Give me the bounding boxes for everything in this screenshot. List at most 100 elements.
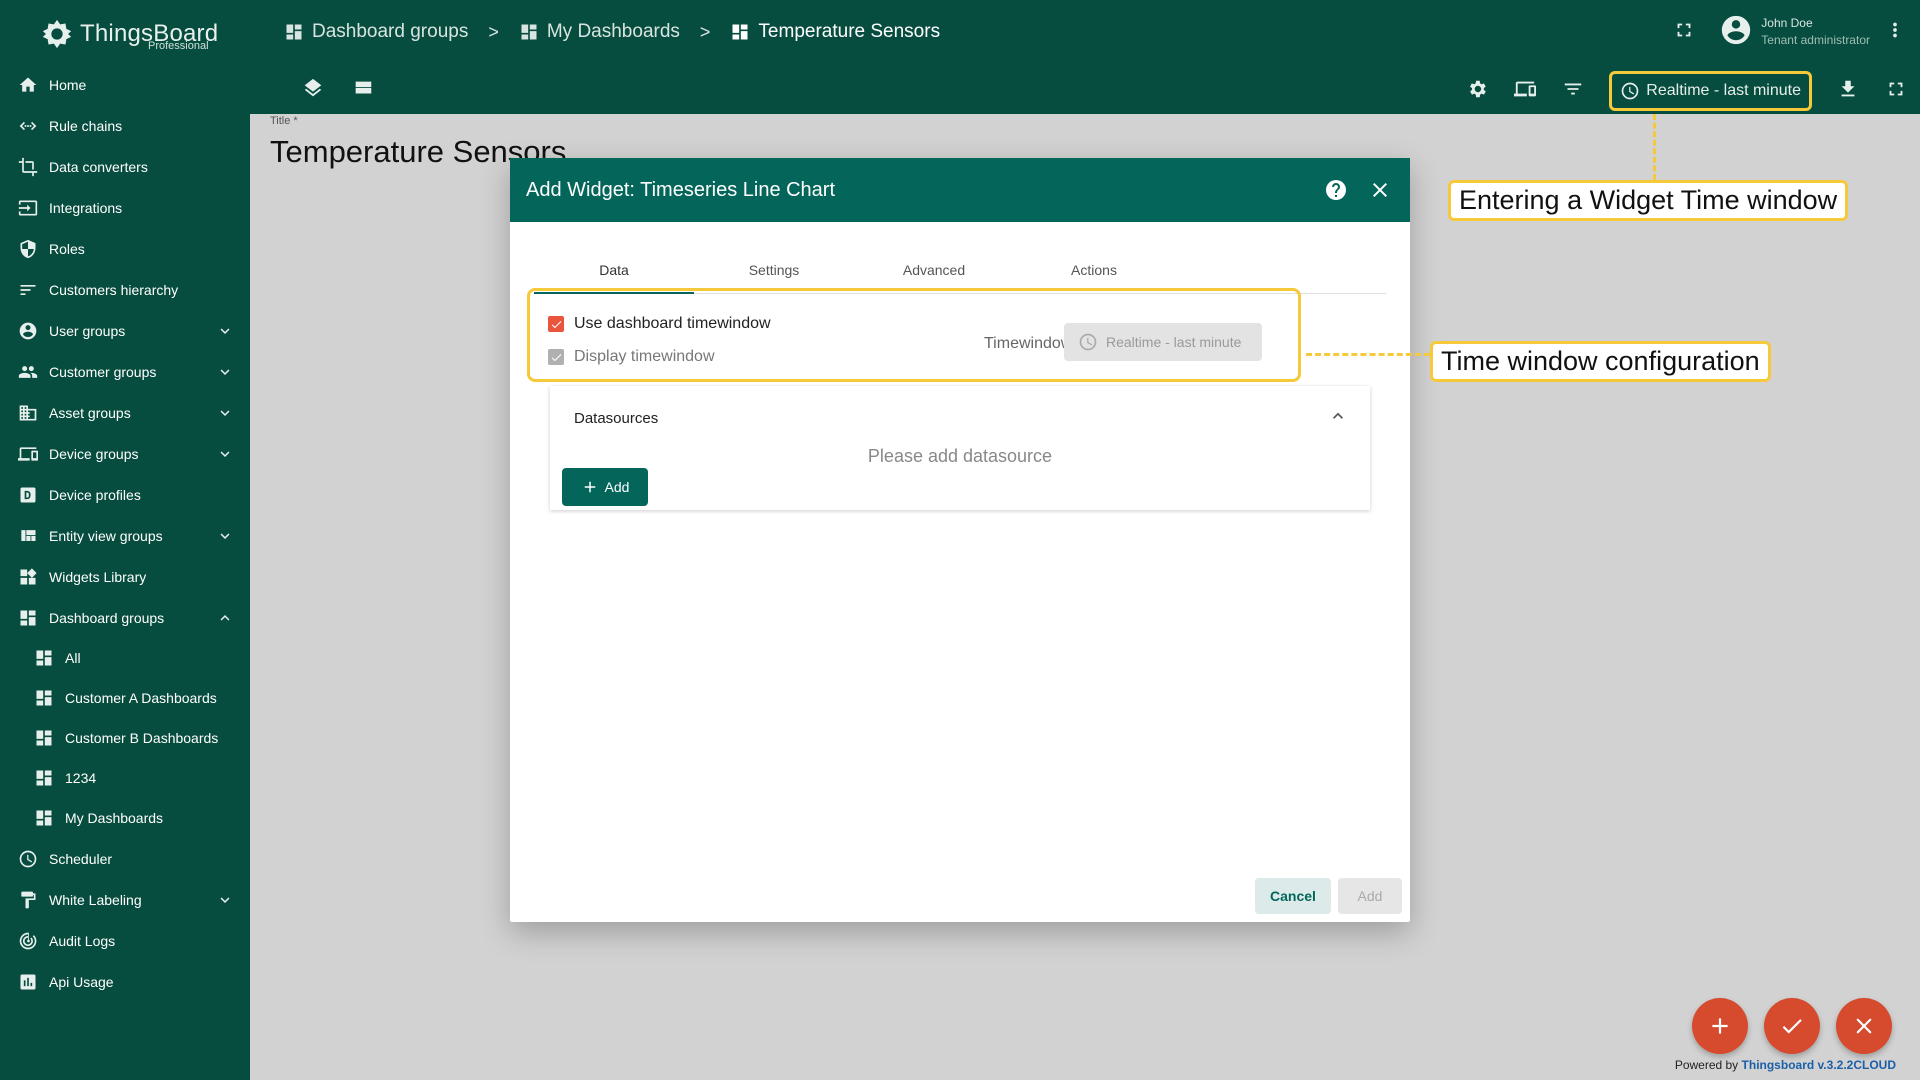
cancel-button[interactable]: Cancel <box>1255 878 1331 914</box>
callout-connector <box>1306 353 1430 356</box>
sidebar-item-scheduler[interactable]: Scheduler <box>0 838 250 879</box>
sidebar-item-label: Entity view groups <box>49 527 163 544</box>
sidebar-item-white-labeling[interactable]: White Labeling <box>0 879 250 920</box>
breadcrumb-item-my-dashboards[interactable]: My Dashboards <box>519 21 680 43</box>
sidebar-item-label: Rule chains <box>49 117 123 134</box>
sidebar-item-label: Data converters <box>49 158 148 175</box>
dialog-title: Add Widget: Timeseries Line Chart <box>526 178 836 201</box>
sidebar-item-rule-chains[interactable]: Rule chains <box>0 105 250 146</box>
add-datasource-label: Add <box>604 479 630 495</box>
fullscreen-icon[interactable] <box>1673 19 1695 46</box>
breadcrumb-item-dashboard-groups[interactable]: Dashboard groups <box>284 21 468 43</box>
breadcrumb-label: Temperature Sensors <box>758 21 941 42</box>
filter-list-icon[interactable] <box>1562 78 1584 105</box>
sidebar-subitem-all[interactable]: All <box>0 638 250 678</box>
user-menu[interactable]: John Doe Tenant administrator <box>1719 13 1870 52</box>
chevron-down-icon[interactable] <box>216 363 234 381</box>
use-dashboard-timewindow-row[interactable]: Use dashboard timewindow <box>548 315 771 333</box>
sidebar-item-device-groups[interactable]: Device groups <box>0 433 250 474</box>
tab-actions[interactable]: Actions <box>1014 248 1174 293</box>
sidebar-item-audit-logs[interactable]: Audit Logs <box>0 920 250 961</box>
check-icon <box>551 353 561 361</box>
chevron-down-icon[interactable] <box>216 445 234 463</box>
view-quilt-icon <box>18 526 38 546</box>
save-dashboard-fab[interactable] <box>1764 998 1820 1054</box>
sidebar-item-user-groups[interactable]: User groups <box>0 310 250 351</box>
breadcrumb-separator: > <box>699 21 711 42</box>
help-icon[interactable] <box>1324 178 1348 202</box>
sidebar-item-device-profiles[interactable]: Device profiles <box>0 474 250 515</box>
display-timewindow-row: Display timewindow <box>548 348 715 366</box>
sidebar-item-home[interactable]: Home <box>0 64 250 105</box>
sidebar-item-data-converters[interactable]: Data converters <box>0 146 250 187</box>
download-icon[interactable] <box>1837 78 1859 105</box>
cancel-edit-fab[interactable] <box>1836 998 1892 1054</box>
sort-icon <box>18 280 38 300</box>
chevron-up-icon[interactable] <box>216 609 234 627</box>
timewindow-label: Realtime - last minute <box>1646 82 1801 99</box>
people-icon <box>18 362 38 382</box>
sidebar-item-asset-groups[interactable]: Asset groups <box>0 392 250 433</box>
data-converters-icon <box>18 157 38 177</box>
timewindow-button[interactable]: Realtime - last minute <box>1609 71 1812 111</box>
toolbar-left <box>302 77 374 104</box>
breadcrumb-separator: > <box>488 21 499 42</box>
add-datasource-button[interactable]: Add <box>562 468 648 506</box>
plus-icon <box>1712 1018 1728 1034</box>
close-icon[interactable] <box>1368 178 1392 202</box>
rule-chains-icon <box>18 116 38 136</box>
layers-icon[interactable] <box>302 77 324 104</box>
format-paint-icon <box>18 890 38 910</box>
sidebar-item-customers-hierarchy[interactable]: Customers hierarchy <box>0 269 250 310</box>
view-stream-icon[interactable] <box>352 77 374 104</box>
add-widget-fab[interactable] <box>1692 998 1748 1054</box>
use-dashboard-timewindow-label: Use dashboard timewindow <box>574 315 771 332</box>
sidebar-item-label: Device groups <box>49 445 139 462</box>
sidebar-subitem-customer-b[interactable]: Customer B Dashboards <box>0 718 250 758</box>
user-role: Tenant administrator <box>1761 33 1870 47</box>
tab-data[interactable]: Data <box>534 248 694 294</box>
sidebar-subitem-label: Customer B Dashboards <box>65 730 219 746</box>
sidebar-item-entity-view-groups[interactable]: Entity view groups <box>0 515 250 556</box>
chevron-down-icon[interactable] <box>216 322 234 340</box>
logo-subtitle: Professional <box>148 40 209 52</box>
sidebar-item-widgets-library[interactable]: Widgets Library <box>0 556 250 597</box>
use-dashboard-timewindow-checkbox[interactable] <box>548 316 564 332</box>
chevron-up-icon[interactable] <box>1328 406 1348 426</box>
dashboard-icon <box>732 24 748 40</box>
tab-advanced[interactable]: Advanced <box>854 248 1014 293</box>
account-circle-icon <box>18 321 38 341</box>
device-profile-icon <box>18 485 38 505</box>
sidebar-item-label: Audit Logs <box>49 932 116 949</box>
user-name: John Doe <box>1761 16 1813 30</box>
sidebar-subitem-my-dashboards[interactable]: My Dashboards <box>0 798 250 838</box>
sidebar-subitem-label: All <box>65 650 81 666</box>
check-icon <box>551 320 561 328</box>
devices-icon[interactable] <box>1514 78 1537 105</box>
sidebar-item-label: Customers hierarchy <box>49 281 179 298</box>
sidebar-item-dashboard-groups[interactable]: Dashboard groups <box>0 597 250 638</box>
more-vert-icon[interactable] <box>1884 19 1906 46</box>
plus-icon <box>584 481 595 493</box>
sidebar-item-integrations[interactable]: Integrations <box>0 187 250 228</box>
integrations-icon <box>18 198 38 218</box>
chevron-down-icon[interactable] <box>216 891 234 909</box>
tab-settings[interactable]: Settings <box>694 248 854 293</box>
timewindow-config-box: Use dashboard timewindow Display timewin… <box>527 288 1301 382</box>
sidebar-item-label: Customer groups <box>49 363 157 380</box>
sidebar-item-api-usage[interactable]: Api Usage <box>0 961 250 1002</box>
breadcrumb-label: My Dashboards <box>546 21 680 42</box>
sidebar-subitem-1234[interactable]: 1234 <box>0 758 250 798</box>
powered-by-prefix: Powered by <box>1674 1058 1739 1072</box>
chevron-down-icon[interactable] <box>216 527 234 545</box>
sidebar-item-label: Widgets Library <box>49 568 147 585</box>
schedule-icon <box>18 849 38 869</box>
powered-by-link[interactable]: Thingsboard v.3.2.2CLOUD <box>1742 1058 1896 1072</box>
sidebar-item-customer-groups[interactable]: Customer groups <box>0 351 250 392</box>
fullscreen-icon[interactable] <box>1885 78 1907 105</box>
top-bar: Dashboard groups > My Dashboards > Tempe… <box>250 0 1920 64</box>
settings-icon[interactable] <box>1466 78 1488 105</box>
sidebar-subitem-customer-a[interactable]: Customer A Dashboards <box>0 678 250 718</box>
chevron-down-icon[interactable] <box>216 404 234 422</box>
sidebar-item-roles[interactable]: Roles <box>0 228 250 269</box>
